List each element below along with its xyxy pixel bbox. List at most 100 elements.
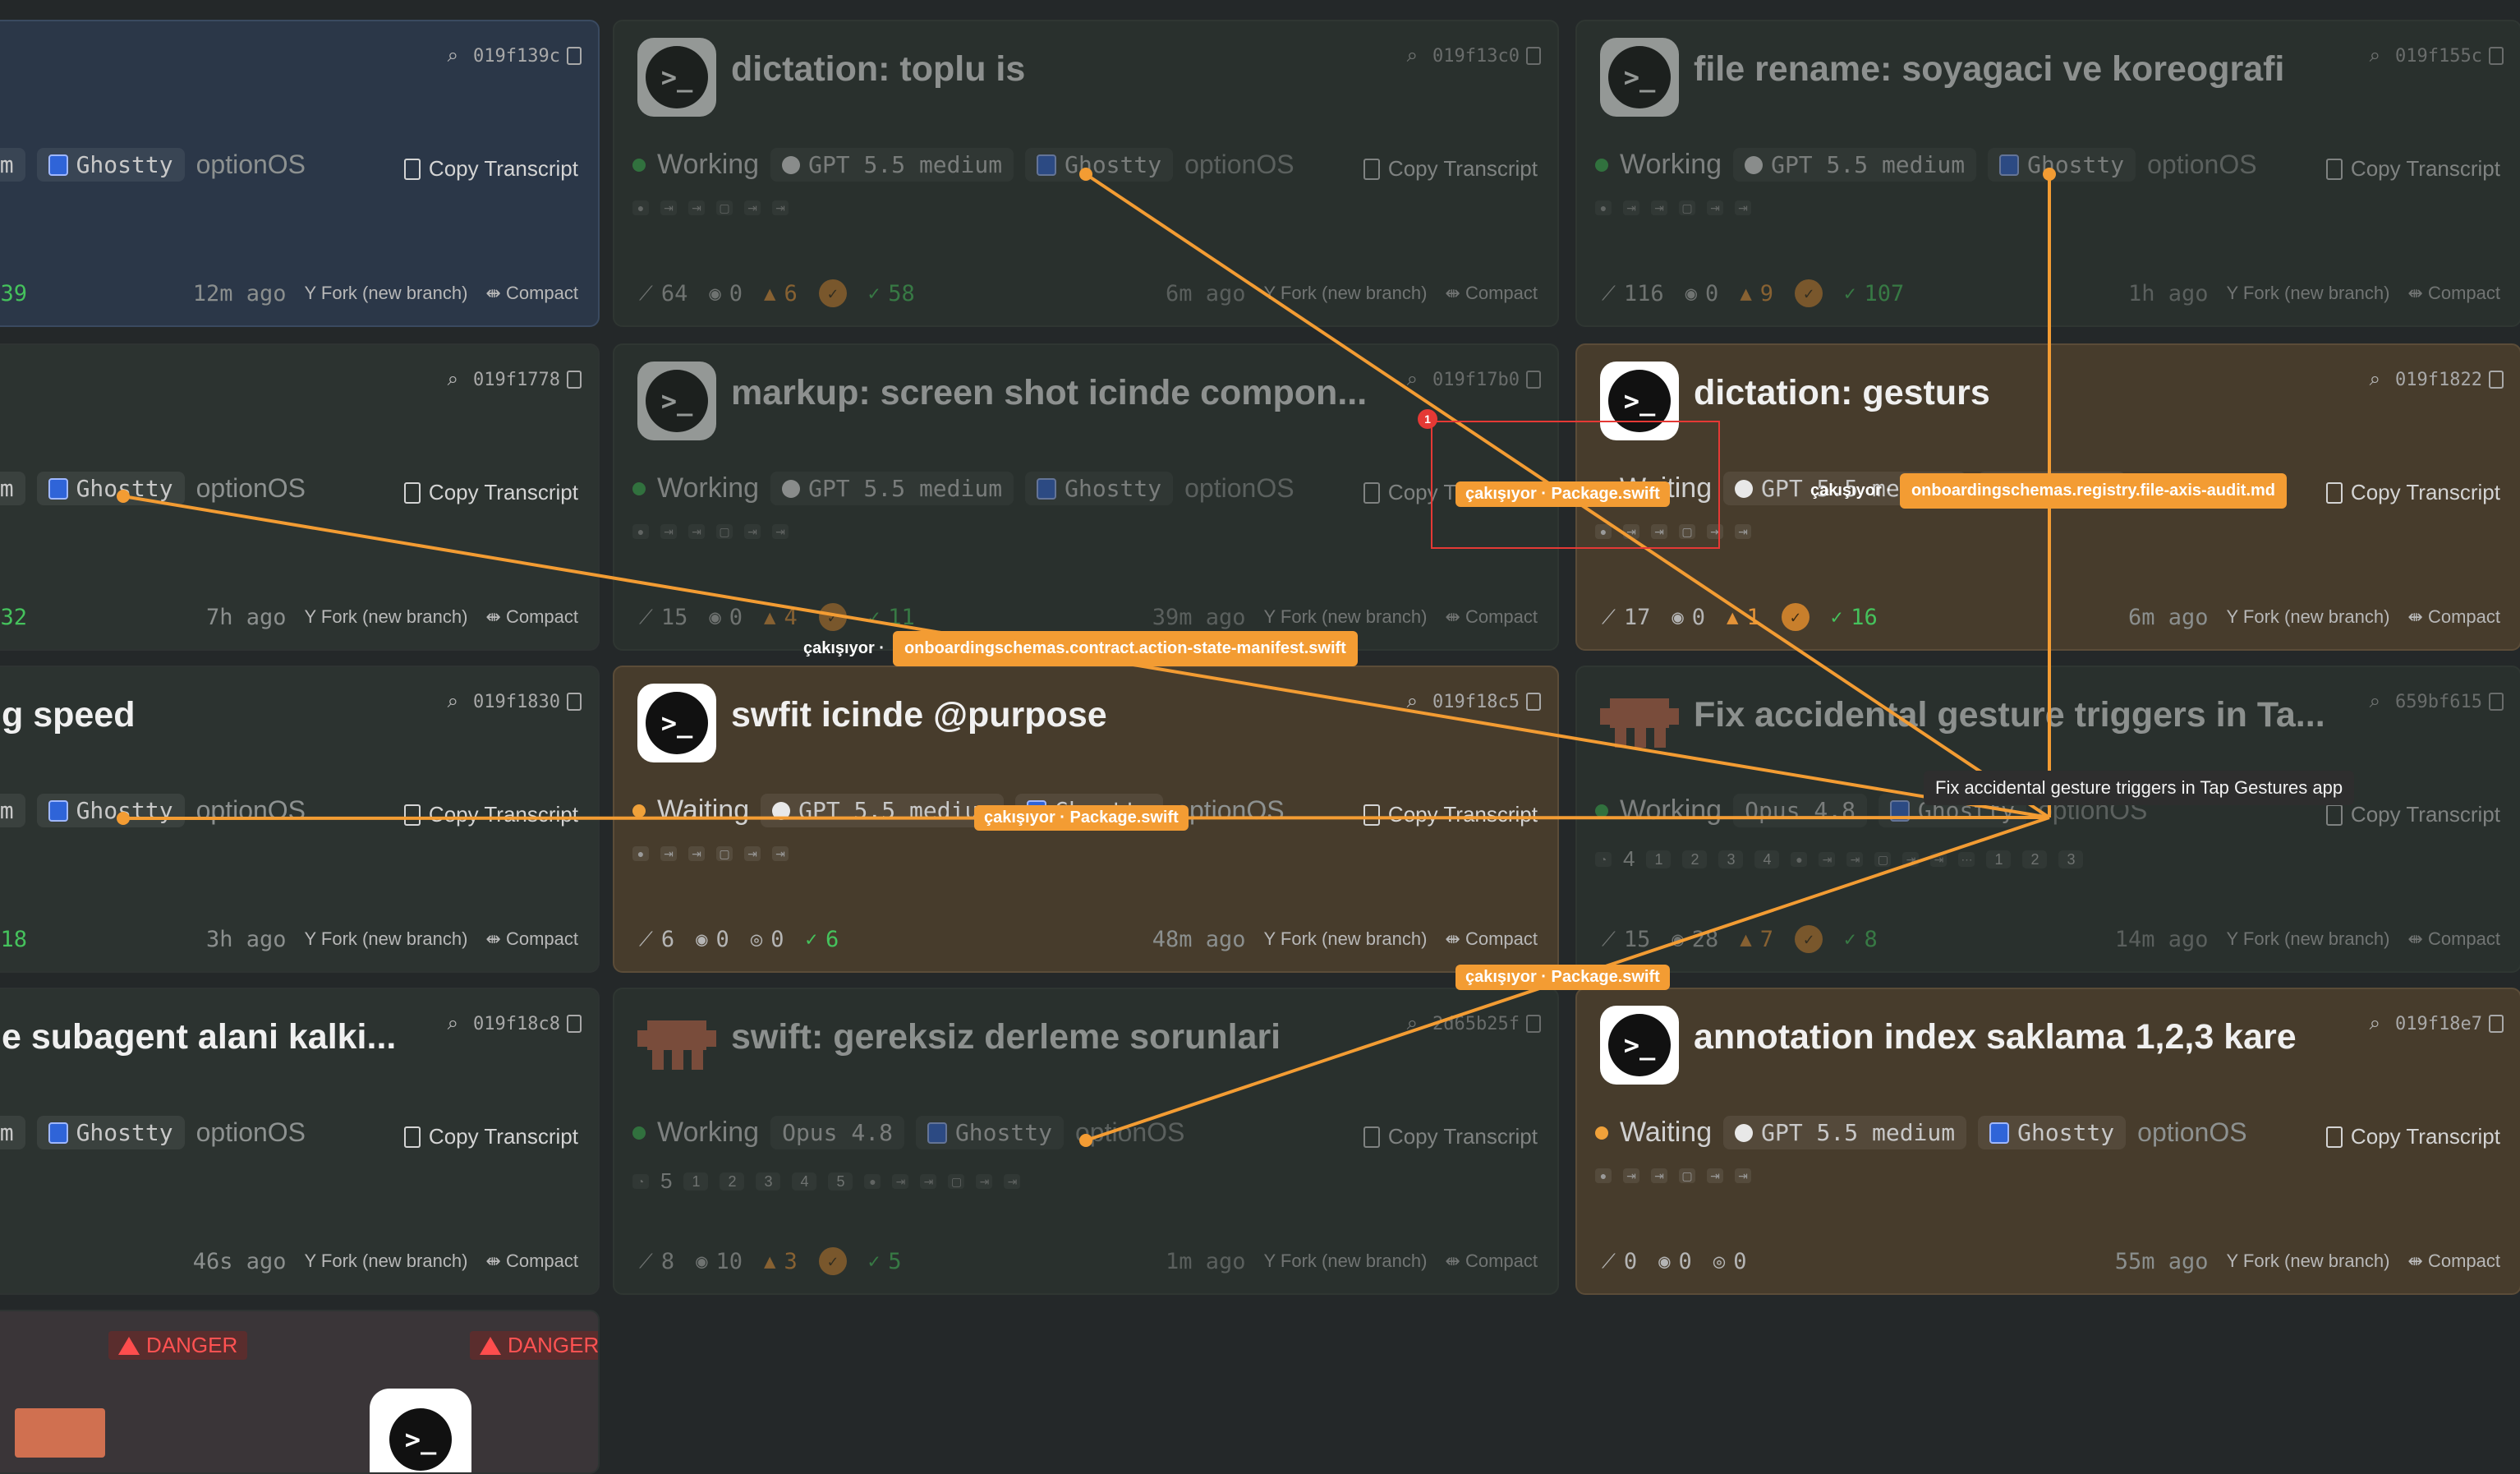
compact-button[interactable]: ⇼ Compact bbox=[485, 928, 578, 950]
session-id[interactable]: 019f18c5 bbox=[1432, 692, 1541, 712]
magnify-icon[interactable]: ⌕ bbox=[2370, 690, 2380, 713]
fork-button[interactable]: Y Fork (new branch) bbox=[1264, 283, 1428, 304]
fork-button[interactable]: Y Fork (new branch) bbox=[305, 928, 468, 950]
compact-button[interactable]: ⇼ Compact bbox=[2407, 928, 2500, 950]
copy-transcript-button[interactable]: Copy Transcript bbox=[2325, 1124, 2500, 1149]
magnify-icon[interactable]: ⌕ bbox=[1407, 1012, 1418, 1035]
session-id[interactable]: 019f1822 bbox=[2395, 370, 2504, 390]
compact-label: Compact bbox=[2427, 1251, 2500, 1271]
compact-label: Compact bbox=[2427, 283, 2500, 303]
copy-transcript-button[interactable]: Copy Transcript bbox=[2325, 156, 2500, 182]
magnify-icon[interactable]: ⌕ bbox=[448, 368, 458, 391]
copy-transcript-button[interactable]: Copy Transcript bbox=[1363, 1124, 1538, 1149]
magnify-icon[interactable]: ⌕ bbox=[2370, 44, 2380, 67]
session-card[interactable]: Fix accidental gesture triggers in Ta...… bbox=[1575, 666, 2520, 973]
fork-button[interactable]: Y Fork (new branch) bbox=[2227, 283, 2390, 304]
status-row: ium Ghostty optionOS bbox=[0, 1116, 306, 1149]
terminal-label: Ghostty bbox=[1065, 475, 1162, 502]
stat-value: 11 bbox=[888, 604, 915, 630]
magnify-icon[interactable]: ⌕ bbox=[1407, 690, 1418, 713]
compact-button[interactable]: ⇼ Compact bbox=[2407, 1251, 2500, 1272]
status-label: Waiting bbox=[657, 795, 750, 826]
compact-button[interactable]: ⇼ Compact bbox=[1445, 1251, 1538, 1272]
stat-value: 4 bbox=[784, 604, 798, 630]
tool-step: 2 bbox=[1682, 850, 1708, 868]
session-card[interactable]: e subagent alani kalki... ⌕ 019f18c8 ium Gho… bbox=[0, 988, 600, 1295]
copy-transcript-button[interactable]: Copy Transcript bbox=[403, 480, 578, 505]
fork-icon: Y bbox=[2226, 606, 2243, 627]
fork-button[interactable]: Y Fork (new branch) bbox=[2227, 1251, 2390, 1272]
os-label: optionOS bbox=[1184, 473, 1294, 503]
session-id[interactable]: 019f18e7 bbox=[2395, 1014, 2504, 1034]
session-card[interactable]: DANGER DANGER >_ bbox=[0, 1310, 600, 1474]
magnify-icon[interactable]: ⌕ bbox=[1407, 44, 1418, 67]
compact-button[interactable]: ⇼ Compact bbox=[1445, 928, 1538, 950]
session-id[interactable]: 659bf615 bbox=[2395, 692, 2504, 712]
claude-avatar-icon: >_ bbox=[370, 1389, 471, 1472]
compact-button[interactable]: ⇼ Compact bbox=[1445, 283, 1538, 304]
session-id[interactable]: 019f139c bbox=[473, 46, 582, 67]
session-card[interactable]: g speed ⌕ 019f1830 ium Ghostty optionOS Copy T… bbox=[0, 666, 600, 973]
check-icon: ◎ bbox=[750, 928, 763, 951]
compact-button[interactable]: ⇼ Compact bbox=[2407, 606, 2500, 628]
copy-icon bbox=[2325, 158, 2343, 180]
compact-button[interactable]: ⇼ Compact bbox=[485, 606, 578, 628]
session-card[interactable]: >_ file rename: soyagaci ve koreografi ⌕ 01… bbox=[1575, 20, 2520, 327]
copy-transcript-label: Copy Transcript bbox=[2350, 480, 2500, 504]
fork-button[interactable]: Y Fork (new branch) bbox=[2227, 606, 2390, 628]
compact-button[interactable]: ⇼ Compact bbox=[485, 283, 578, 304]
copy-transcript-button[interactable]: Copy Transcript bbox=[1363, 156, 1538, 182]
fork-icon: Y bbox=[1263, 928, 1281, 949]
copy-transcript-button[interactable]: Copy Transcript bbox=[2325, 802, 2500, 827]
stat-ok: ✓ 8 bbox=[1844, 927, 1878, 952]
session-id[interactable]: 019f13c0 bbox=[1432, 46, 1541, 67]
session-card[interactable]: swift: gereksiz derleme sorunlari ⌕ 2d65b2… bbox=[613, 988, 1559, 1295]
fork-button[interactable]: Y Fork (new branch) bbox=[305, 606, 468, 628]
session-card[interactable]: ⌕ 019f1778 ium Ghostty optionOS Copy Transcri… bbox=[0, 343, 600, 651]
copy-transcript-button[interactable]: Copy Transcript bbox=[1363, 802, 1538, 827]
magnify-icon[interactable]: ⌕ bbox=[448, 44, 458, 67]
magnify-icon[interactable]: ⌕ bbox=[2370, 368, 2380, 391]
session-id[interactable]: 019f1830 bbox=[473, 692, 582, 712]
session-card[interactable]: ⌕ 019f139c ium Ghostty optionOS Copy Transcri… bbox=[0, 20, 600, 327]
model-label: ium bbox=[0, 151, 14, 178]
copy-transcript-label: Copy Transcript bbox=[1387, 1124, 1538, 1149]
card-header-actions: ⌕ 019f18e7 bbox=[2370, 1012, 2504, 1035]
stat-value: 1 bbox=[1746, 604, 1760, 630]
session-id[interactable]: 2d65b25f bbox=[1432, 1014, 1541, 1034]
copy-transcript-button[interactable]: Copy Transcript bbox=[2325, 480, 2500, 505]
session-id-text: 019f18c8 bbox=[473, 1013, 560, 1034]
arrow-icon: ⇥ bbox=[1651, 1168, 1667, 1183]
fork-button[interactable]: Y Fork (new branch) bbox=[305, 1251, 468, 1272]
magnify-icon[interactable]: ⌕ bbox=[2370, 1012, 2380, 1035]
copy-transcript-button[interactable]: Copy Transcript bbox=[403, 802, 578, 827]
fork-button[interactable]: Y Fork (new branch) bbox=[2227, 928, 2390, 950]
magnify-icon[interactable]: ⌕ bbox=[448, 1012, 458, 1035]
compact-button[interactable]: ⇼ Compact bbox=[485, 1251, 578, 1272]
model-label: GPT 5.5 medium bbox=[808, 475, 1003, 502]
session-id[interactable]: 019f1778 bbox=[473, 370, 582, 390]
session-id[interactable]: 019f18c8 bbox=[473, 1014, 582, 1034]
session-id[interactable]: 019f17b0 bbox=[1432, 370, 1541, 390]
session-card[interactable]: >_ annotation index saklama 1,2,3 kare ⌕ 01… bbox=[1575, 988, 2520, 1295]
compact-button[interactable]: ⇼ Compact bbox=[2407, 283, 2500, 304]
magnify-icon[interactable]: ⌕ bbox=[1407, 368, 1418, 391]
ok-icon: ✓ bbox=[805, 928, 817, 951]
session-card[interactable]: >_ markup: screen shot icinde compon... ⌕ 0… bbox=[613, 343, 1559, 651]
tool-step: 4 bbox=[1754, 850, 1780, 868]
compact-icon: ⇼ bbox=[2407, 928, 2428, 949]
compact-icon: ⇼ bbox=[1445, 928, 1465, 949]
claude-avatar-icon: >_ bbox=[1600, 38, 1679, 117]
magnify-icon[interactable]: ⌕ bbox=[448, 690, 458, 713]
model-label: ium bbox=[0, 797, 14, 824]
copy-transcript-button[interactable]: Copy Transcript bbox=[403, 156, 578, 182]
fork-button[interactable]: Y Fork (new branch) bbox=[1264, 928, 1428, 950]
copy-transcript-button[interactable]: Copy Transcript bbox=[403, 1124, 578, 1149]
fork-button[interactable]: Y Fork (new branch) bbox=[305, 283, 468, 304]
fork-button[interactable]: Y Fork (new branch) bbox=[1264, 1251, 1428, 1272]
fork-button[interactable]: Y Fork (new branch) bbox=[1264, 606, 1428, 628]
ghostty-icon bbox=[1037, 477, 1057, 500]
session-id[interactable]: 019f155c bbox=[2395, 46, 2504, 67]
compact-button[interactable]: ⇼ Compact bbox=[1445, 606, 1538, 628]
session-card[interactable]: >_ dictation: toplu is ⌕ 019f13c0 Working GPT… bbox=[613, 20, 1559, 327]
